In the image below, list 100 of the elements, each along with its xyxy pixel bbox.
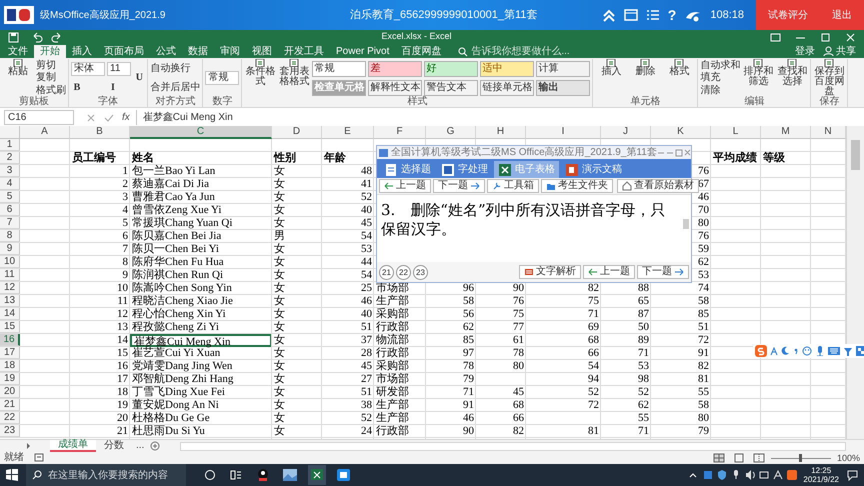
zoom-slider[interactable] [770, 454, 831, 462]
question-number-button[interactable]: 22 [396, 264, 411, 280]
dialog-tab[interactable]: 选择题 [380, 161, 435, 178]
row-header[interactable]: 1 [0, 139, 20, 151]
cell-style[interactable]: 解释性文本 [368, 80, 422, 96]
ribbon-dropdown[interactable]: 11 [107, 62, 132, 76]
row-header[interactable]: 6 [0, 204, 20, 216]
row-header[interactable]: 3 [0, 165, 20, 177]
ime-logo-icon[interactable] [755, 345, 767, 357]
dialog-tab[interactable]: 演示文稿 [561, 161, 626, 178]
taskbar-search-field[interactable]: 在这里输入你要搜索的内容 [26, 464, 186, 486]
ribbon-button[interactable]: 合并后居中 [150, 82, 200, 93]
ribbon-tab[interactable]: 视图 [246, 45, 278, 58]
ribbon-tab[interactable]: 审阅 [214, 45, 246, 58]
cell-style[interactable]: 适中 [480, 60, 534, 76]
undo-icon[interactable] [31, 32, 43, 42]
column-header[interactable]: F [374, 126, 426, 139]
insert-function-button[interactable]: fx [122, 110, 130, 125]
dialog-tab[interactable]: 字处理 [437, 161, 492, 178]
ribbon-button[interactable]: 清除 [700, 85, 740, 96]
normal-view-icon[interactable] [712, 453, 725, 463]
dialog-button[interactable]: 下一题 [433, 179, 485, 193]
horizontal-scrollbar[interactable] [180, 442, 846, 450]
circle-icon[interactable] [204, 469, 216, 481]
ribbon-button[interactable]: 插入 [595, 59, 628, 97]
ribbon-button[interactable]: 保存到百度网盘 [813, 59, 846, 97]
column-header[interactable]: G [426, 126, 476, 139]
tell-me-field[interactable]: 告诉我你想要做什么... [457, 45, 570, 58]
tray-app-icon[interactable] [703, 470, 714, 480]
row-header[interactable]: 18 [0, 360, 20, 372]
row-header[interactable]: 14 [0, 308, 20, 320]
share-button[interactable]: 共享 [836, 45, 856, 58]
ribbon-tab[interactable]: 页面布局 [98, 45, 150, 58]
column-header[interactable]: E [322, 126, 374, 139]
notification-icon[interactable] [847, 470, 858, 480]
scroll-right-icon[interactable] [24, 441, 32, 451]
sign-in-link[interactable]: 登录 [795, 45, 815, 58]
row-header[interactable]: 5 [0, 191, 20, 203]
cell-style[interactable]: 常规 [312, 60, 366, 76]
question-number-button[interactable]: 21 [379, 264, 394, 280]
ribbon-tab[interactable]: 百度网盘 [395, 45, 448, 58]
dialog-button[interactable]: 考生文件夹 [541, 179, 613, 193]
sheet-tab[interactable]: 分数 [96, 440, 132, 452]
ribbon-display-icon[interactable] [770, 32, 781, 42]
add-sheet-icon[interactable] [150, 441, 160, 451]
save-icon[interactable] [8, 32, 19, 42]
window-icon[interactable] [624, 8, 638, 22]
ribbon-tab[interactable]: 文件 [2, 45, 34, 58]
keyboard-icon[interactable] [828, 346, 840, 356]
dialog-button[interactable]: 下一题 [637, 265, 689, 279]
penguin-icon[interactable] [256, 468, 270, 482]
moon-icon[interactable] [781, 346, 790, 356]
network-icon[interactable] [759, 470, 770, 480]
ribbon-tab[interactable]: 公式 [150, 45, 182, 58]
column-header[interactable]: K [651, 126, 711, 139]
formula-field[interactable]: 崔梦鑫Cui Meng Xin [136, 110, 864, 125]
exam-button[interactable]: 试卷评分 [756, 0, 820, 30]
ribbon-button[interactable]: 复制 [36, 72, 66, 84]
shield-icon[interactable] [717, 470, 728, 480]
row-header[interactable]: 21 [0, 399, 20, 411]
row-header[interactable]: 4 [0, 178, 20, 190]
redo-icon[interactable] [51, 32, 63, 42]
row-header[interactable]: 19 [0, 373, 20, 385]
volume-icon[interactable] [745, 470, 756, 480]
row-header[interactable]: 20 [0, 386, 20, 398]
ribbon-tab[interactable]: Power Pivot [330, 45, 396, 58]
row-header[interactable]: 12 [0, 282, 20, 294]
chevron-up-icon[interactable] [689, 471, 698, 479]
font-icon[interactable] [770, 346, 778, 356]
punctuation-icon[interactable] [793, 346, 799, 356]
check-icon[interactable] [104, 113, 114, 123]
slider-thumb[interactable] [799, 454, 802, 462]
cell-style[interactable]: 输出 [536, 80, 590, 96]
screen-recorder-icon[interactable] [336, 468, 351, 482]
vertical-scrollbar[interactable] [846, 126, 864, 439]
row-header[interactable]: 7 [0, 217, 20, 229]
image-viewer-icon[interactable] [282, 468, 298, 482]
ribbon-tab[interactable]: 开始 [34, 45, 66, 58]
ribbon-button[interactable]: 条件格式 [244, 59, 276, 97]
ribbon-dropdown[interactable]: 宋体 [71, 62, 105, 76]
row-header[interactable]: 17 [0, 347, 20, 359]
ime-tray-icon[interactable] [787, 470, 798, 480]
maximize-icon[interactable] [820, 32, 831, 42]
row-header[interactable]: 9 [0, 243, 20, 255]
grid-icon[interactable] [856, 346, 864, 356]
spreadsheet-app-icon[interactable] [308, 465, 326, 485]
cell-style[interactable]: 警告文本 [424, 80, 478, 96]
ribbon-button[interactable]: 自动换行 [150, 63, 200, 74]
exam-button[interactable]: 退出 [820, 0, 864, 30]
window-controls-icon[interactable] [656, 148, 691, 158]
ribbon-button[interactable]: 填充 [700, 72, 740, 84]
cell-style[interactable]: 链接单元格 [480, 80, 534, 96]
help-button[interactable]: ? [668, 4, 676, 26]
cell-style[interactable]: 计算 [536, 60, 590, 76]
column-header[interactable]: M [761, 126, 811, 139]
row-header[interactable]: 13 [0, 295, 20, 307]
ribbon-dropdown[interactable]: 常规 [205, 71, 240, 85]
format-button[interactable]: U [133, 71, 146, 85]
format-button[interactable]: B [71, 80, 83, 94]
page-break-icon[interactable] [752, 453, 765, 463]
